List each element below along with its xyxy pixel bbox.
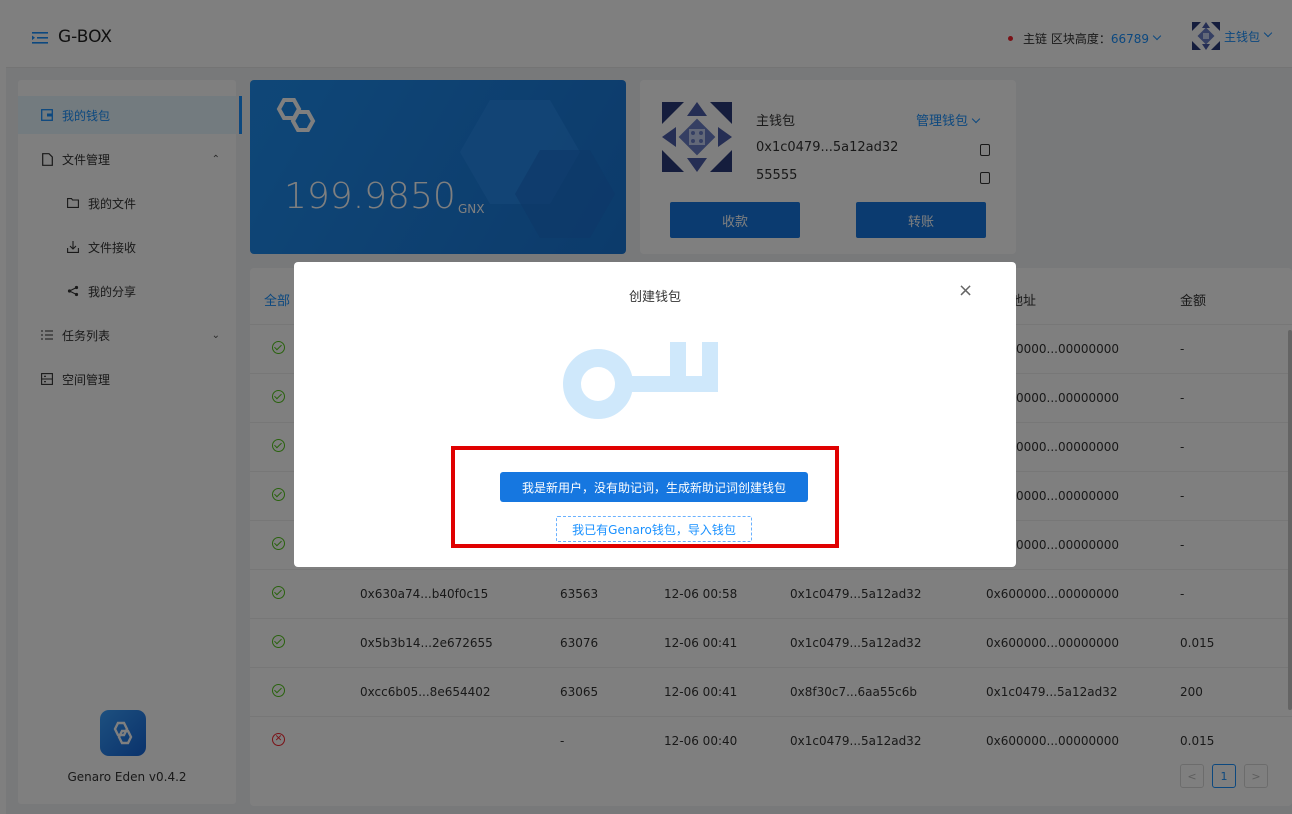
key-icon	[563, 342, 718, 419]
highlight-box	[451, 446, 839, 548]
close-icon[interactable]: ×	[958, 282, 973, 300]
modal-title: 创建钱包	[628, 290, 681, 305]
